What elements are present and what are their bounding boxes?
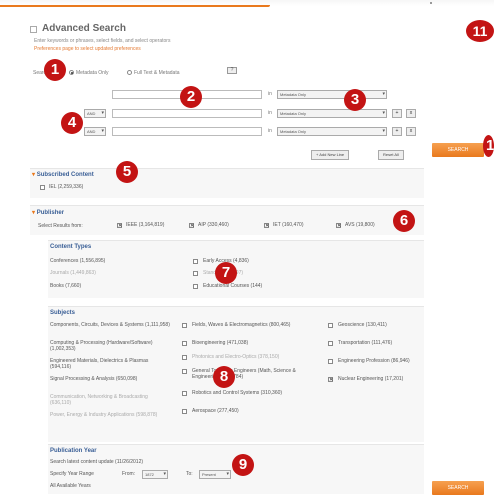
metadata-only-radio[interactable]	[69, 70, 74, 75]
marker-11: 11	[466, 20, 494, 42]
ieee-label: IEEE (3,164,819)	[126, 222, 165, 228]
from-year-select[interactable]: 1872	[142, 470, 168, 479]
operator-select-3[interactable]: AND	[84, 127, 106, 136]
geoscience-checkbox[interactable]	[328, 323, 333, 328]
marker-8: 8	[213, 366, 235, 388]
field-select-3[interactable]: Metadata Only	[277, 127, 387, 136]
publisher-title[interactable]: ▾ Publisher	[32, 209, 64, 216]
aip-checkbox[interactable]	[189, 223, 194, 228]
subject-transportation: Transportation (111,476)	[338, 340, 393, 346]
year-range-label[interactable]: Specify Year Range	[50, 471, 94, 477]
fields-checkbox[interactable]	[182, 323, 187, 328]
help-button[interactable]	[227, 67, 237, 74]
marker-4: 4	[61, 112, 83, 134]
avs-checkbox[interactable]	[336, 223, 341, 228]
search-button-bottom[interactable]: SEARCH	[432, 481, 484, 495]
metadata-only-label: Metadata Only	[76, 70, 109, 76]
standards-checkbox[interactable]	[193, 271, 198, 276]
subject-components: Components, Circuits, Devices & Systems …	[50, 322, 170, 328]
publisher-section	[30, 205, 424, 235]
field-select-1[interactable]: Metadata Only	[277, 90, 387, 99]
content-types-title[interactable]: Content Types	[50, 244, 91, 250]
add-new-line-button[interactable]: + Add New Line	[311, 150, 350, 160]
subject-power: Power, Energy & Industry Applications (5…	[50, 412, 158, 418]
bio-checkbox[interactable]	[182, 341, 187, 346]
subject-signal: Signal Processing & Analysis (650,098)	[50, 376, 138, 382]
early-access-checkbox[interactable]	[193, 259, 198, 264]
marker-2: 2	[180, 86, 202, 108]
marker-7: 7	[215, 262, 237, 284]
eng-profession-checkbox[interactable]	[328, 359, 333, 364]
field-select-2[interactable]: Metadata Only	[277, 109, 387, 118]
left-mask	[0, 236, 48, 498]
iel-label: IEL (2,259,336)	[49, 184, 84, 190]
content-courses: Educational Courses (144)	[203, 283, 263, 289]
subscribed-title[interactable]: ▾ Subscribed Content	[32, 171, 94, 178]
marker-6: 6	[393, 210, 415, 232]
marker-5: 5	[116, 161, 138, 183]
iet-checkbox[interactable]	[264, 223, 269, 228]
dot	[430, 2, 432, 4]
subject-fields: Fields, Waves & Electromagnetics (800,46…	[192, 322, 291, 328]
in-label-1: in	[268, 91, 272, 97]
page-title: Advanced Search	[42, 23, 126, 34]
marker-1: 1	[44, 59, 66, 81]
subject-aerospace: Aerospace (277,450)	[192, 408, 239, 414]
subject-communication: Communication, Networking & Broadcasting…	[50, 394, 148, 406]
subject-bio: Bioengineering (471,038)	[192, 340, 249, 346]
full-text-radio[interactable]	[127, 70, 132, 75]
search-term-input-2[interactable]	[112, 109, 262, 118]
marker-3: 3	[344, 89, 366, 111]
aip-label: AIP (330,460)	[198, 222, 229, 228]
remove-row-button-3[interactable]: x	[406, 127, 416, 136]
subject-eng-profession: Engineering Profession (86,946)	[338, 358, 410, 364]
subject-general: General Topics for Engineers (Math, Scie…	[192, 368, 296, 380]
to-label: To:	[186, 471, 193, 477]
in-label-2: in	[268, 110, 272, 116]
remove-row-button-2[interactable]: x	[406, 109, 416, 118]
photonics-checkbox[interactable]	[182, 355, 187, 360]
robotics-checkbox[interactable]	[182, 391, 187, 396]
in-label-3: in	[268, 128, 272, 134]
marker-10: 10	[483, 135, 494, 157]
preferences-link[interactable]: Preferences page to select updated prefe…	[34, 46, 141, 52]
avs-label: AVS (19,800)	[345, 222, 375, 228]
search-term-input-3[interactable]	[112, 127, 262, 136]
subject-geoscience: Geoscience (130,411)	[338, 322, 387, 328]
subject-robotics: Robotics and Control Systems (310,360)	[192, 390, 283, 396]
content-conferences: Conferences (1,556,895)	[50, 258, 106, 264]
courses-checkbox[interactable]	[193, 284, 198, 289]
transportation-checkbox[interactable]	[328, 341, 333, 346]
search-button-top[interactable]: SEARCH	[432, 143, 484, 157]
publisher-select-label: Select Results from:	[38, 223, 83, 229]
aerospace-checkbox[interactable]	[182, 409, 187, 414]
subject-materials: Engineered Materials, Dielectrics & Plas…	[50, 358, 149, 370]
all-years-option[interactable]: All Available Years	[50, 483, 91, 489]
marker-9: 9	[232, 454, 254, 476]
subject-photonics: Photonics and Electro-Optics (378,150)	[192, 354, 280, 360]
subjects-title[interactable]: Subjects	[50, 310, 75, 316]
content-journals: Journals (1,449,863)	[50, 270, 96, 276]
nuclear-checkbox[interactable]	[328, 377, 333, 382]
top-accent-line	[0, 5, 270, 7]
search-icon	[30, 26, 37, 33]
pub-year-title[interactable]: Publication Year	[50, 448, 97, 454]
add-row-button-2[interactable]: +	[392, 109, 402, 118]
ieee-checkbox[interactable]	[117, 223, 122, 228]
operator-select-2[interactable]: AND	[84, 109, 106, 118]
subject-nuclear: Nuclear Engineering (17,201)	[338, 376, 404, 382]
reset-all-button[interactable]: Reset All	[378, 150, 404, 160]
to-year-select[interactable]: Present	[199, 470, 231, 479]
latest-update-option[interactable]: Search latest content update (11/26/2012…	[50, 459, 143, 465]
from-label: From:	[122, 471, 136, 477]
iel-checkbox[interactable]	[40, 185, 45, 190]
full-text-label: Full Text & Metadata	[134, 70, 180, 76]
add-row-button-3[interactable]: +	[392, 127, 402, 136]
iet-label: IET (160,470)	[273, 222, 304, 228]
content-books: Books (7,660)	[50, 283, 82, 289]
general-checkbox[interactable]	[182, 369, 187, 374]
subject-computing: Computing & Processing (Hardware/Softwar…	[50, 340, 153, 352]
instructions-text: Enter keywords or phrases, select fields…	[34, 38, 171, 44]
